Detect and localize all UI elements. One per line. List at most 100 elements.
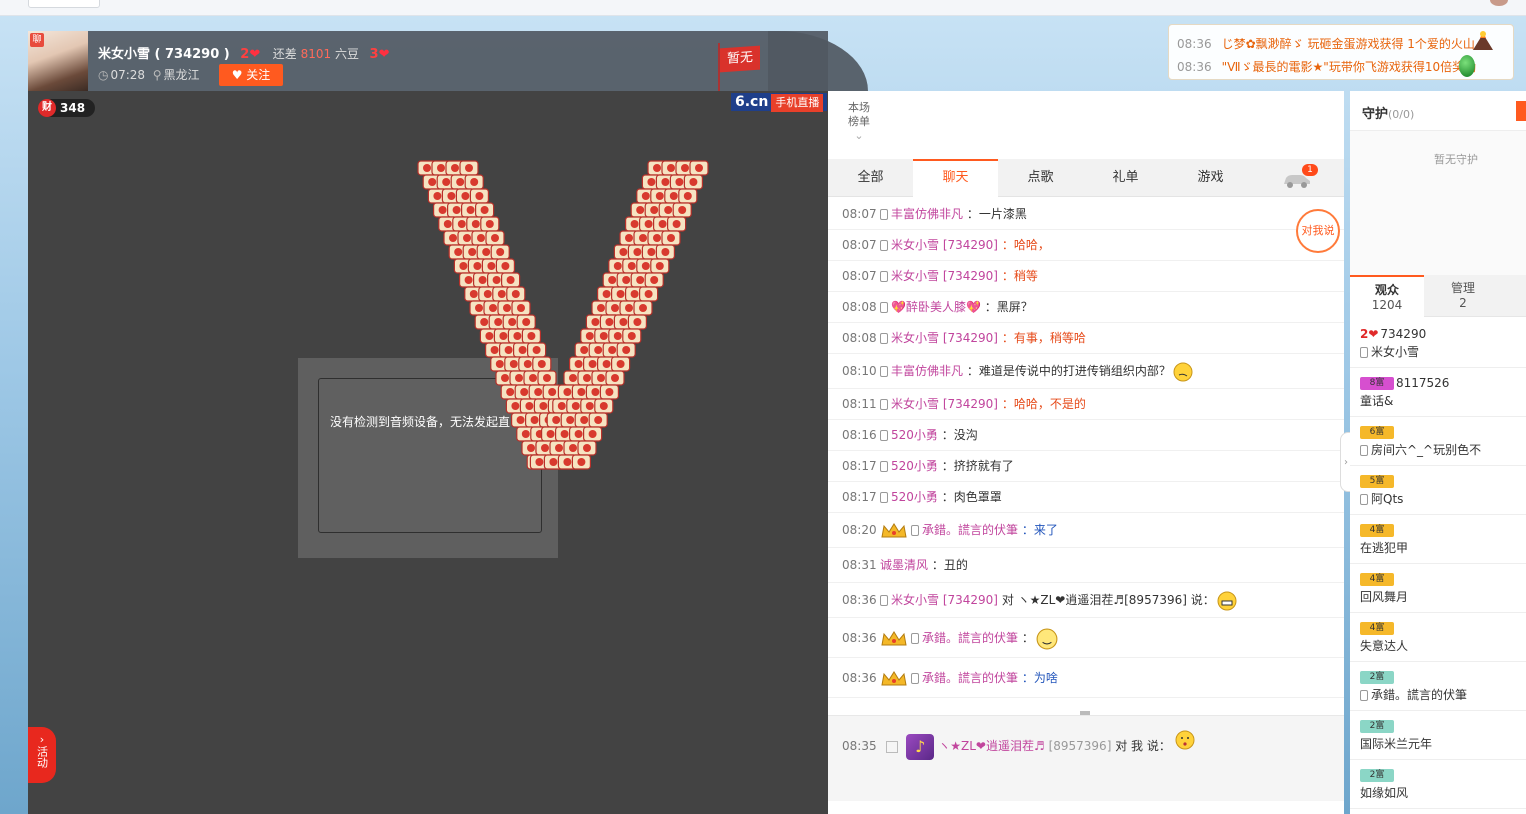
audience-item[interactable]: 2富 如缘如风 (1350, 760, 1526, 809)
message-user[interactable]: 米女小雪 [734290] (891, 269, 998, 283)
phone-icon (911, 525, 919, 536)
message-user[interactable]: 承錯。謊言的伏筆 (922, 671, 1018, 685)
message-user[interactable]: 米女小雪 [734290] (891, 397, 998, 411)
flag-label: 暂无 (720, 45, 760, 73)
phone-icon (880, 399, 888, 410)
tab-song[interactable]: 点歌 (998, 159, 1083, 197)
phone-icon (880, 366, 888, 377)
gift-v-animation (417, 160, 709, 470)
audience-item[interactable]: 4富 回风舞月 (1350, 564, 1526, 613)
brand-logo[interactable]: 6.cn 手机直播 (731, 93, 828, 112)
wealth-icon: 财 (38, 99, 56, 117)
audience-item[interactable]: 8富 8117526 童话& (1350, 368, 1526, 417)
grin-emoji-icon (1217, 591, 1237, 610)
tab-all[interactable]: 全部 (828, 159, 913, 197)
image-icon (886, 740, 899, 753)
private-user[interactable]: ヽ★ZL❤逍遥泪茬♬ (938, 739, 1044, 753)
heart-icon: ❤ (249, 47, 261, 62)
gift-tile (605, 370, 625, 386)
gift-tile (616, 342, 636, 358)
audience-nick: 失意达人 (1360, 639, 1409, 653)
audience-item[interactable]: 6富 房间六^_^玩别色不 (1350, 417, 1526, 466)
host-location: 黑龙江 (163, 68, 200, 82)
gift-tile (650, 258, 670, 274)
message-time: 08:16 (842, 428, 877, 442)
message-user[interactable]: 米女小雪 [734290] (891, 331, 998, 345)
wealth-badge: 5富 (1360, 475, 1394, 488)
message-user[interactable]: 米女小雪 [734290] (891, 238, 998, 252)
message-text: ：丑的 (931, 558, 968, 572)
gift-notifications: 08:36 じ梦✿飘渺醉ゞ 玩砸金蛋游戏获得 1个爱的火山 08:36 "Ⅶゞ最長的… (1168, 24, 1514, 80)
message-user[interactable]: 丰富仿佛非凡 (891, 364, 963, 378)
gift-tile (526, 342, 547, 358)
tab-chat[interactable]: 聊天 (913, 159, 998, 197)
guard-action-button[interactable] (1516, 101, 1526, 121)
gift-tile (639, 286, 659, 302)
tab-audience[interactable]: 观众 1204 (1350, 275, 1424, 317)
audience-nick: 承錯。謊言的伏筆 (1371, 688, 1468, 702)
audience-item[interactable]: 4富 在逃犯甲 (1350, 515, 1526, 564)
audience-item[interactable]: 5富 阿Qts (1350, 466, 1526, 515)
message-user[interactable]: 520小勇 (891, 459, 938, 473)
private-message: 08:35 ♪ ヽ★ZL❤逍遥泪茬♬ [8957396] 对 我 说： (842, 730, 1195, 760)
gift-tile (644, 272, 664, 288)
audience-item[interactable]: 2富 国际米兰元年 (1350, 711, 1526, 760)
message-user[interactable]: 诚墨清风 (880, 558, 928, 572)
message-text: ：哈哈， (1001, 238, 1050, 252)
audience-list: 2❤ 734290 米女小雪 8富 8117526 童话& 6富 房间六^_^玩别色不 5富 阿Q… (1350, 319, 1526, 809)
audience-item[interactable]: 4富 失意达人 (1350, 613, 1526, 662)
wealth-badge: 8富 (1360, 377, 1394, 390)
wealth-badge: 2富 (1360, 720, 1394, 733)
chat-message: 08:31 诚墨清风 ：丑的 (828, 548, 1344, 583)
top-bar (0, 0, 1526, 16)
wealth-badge: 2富 (1360, 671, 1394, 684)
phone-icon (880, 271, 888, 282)
phone-icon (880, 595, 888, 606)
tab-admin[interactable]: 管理 2 (1426, 275, 1500, 317)
tab-games[interactable]: 游戏 (1168, 159, 1253, 197)
audience-item[interactable]: 2❤ 734290 米女小雪 (1350, 319, 1526, 368)
gift-tile (459, 160, 479, 176)
audience-nick: 回风舞月 (1360, 590, 1409, 604)
message-user[interactable]: 承錯。謊言的伏筆 (922, 631, 1018, 645)
phone-icon (880, 240, 888, 251)
guard-header: 守护(0/0) (1350, 91, 1526, 131)
audience-nick: 在逃犯甲 (1360, 541, 1409, 555)
gift-tile (655, 244, 675, 260)
gift-tile (627, 314, 647, 330)
rank-link[interactable]: 本场 榜单 ⌄ (848, 101, 870, 143)
message-user[interactable]: 丰富仿佛非凡 (891, 207, 963, 221)
heart-icon: ♥ (231, 68, 243, 82)
host-name[interactable]: 米女小雪 ( 734290 ) (98, 47, 230, 62)
audience-item[interactable]: 2富承錯。謊言的伏筆 (1350, 662, 1526, 711)
tab-gifts[interactable]: 礼单 (1083, 159, 1168, 197)
message-user[interactable]: 承錯。謊言的伏筆 (922, 523, 1018, 537)
message-time: 08:36 (842, 631, 877, 645)
message-time: 08:07 (842, 238, 877, 252)
activity-button[interactable]: › 活动 (28, 727, 56, 783)
gift-tile (571, 454, 591, 470)
talk-to-me-button[interactable]: 对我说 (1296, 209, 1340, 253)
gift-tile (537, 370, 557, 386)
message-user[interactable]: 💖醉卧美人膝💖 (891, 300, 981, 314)
top-menu-button[interactable] (28, 0, 100, 8)
gift-tile (577, 440, 597, 456)
kiss-emoji-icon (1175, 730, 1195, 750)
user-avatar[interactable] (1490, 0, 1508, 6)
gift-tile (469, 188, 490, 204)
notification-row[interactable]: 08:36 "Ⅶゞ最長的電影★"玩带你飞游戏获得10倍奖励 (1177, 58, 1476, 75)
rank-flag[interactable]: 暂无 (718, 43, 762, 91)
video-stage[interactable]: 财 348 6.cn 手机直播 没有检测到音频设备，无法发起直 › 活动 (28, 91, 828, 814)
message-text: ：稍等 (1001, 269, 1038, 283)
host-avatar[interactable]: 聊 (28, 31, 88, 91)
chat-message: 08:36 承錯。謊言的伏筆 ：为啥 (828, 658, 1344, 698)
message-user[interactable]: 520小勇 (891, 490, 938, 504)
message-user[interactable]: 520小勇 (891, 428, 938, 442)
notification-row[interactable]: 08:36 じ梦✿飘渺醉ゞ 玩砸金蛋游戏获得 1个爱的火山 (1177, 35, 1475, 52)
chat-panel: 本场 榜单 ⌄ 全部 聊天 点歌 礼单 游戏 1 08:07 丰富仿佛非凡 ：一片… (828, 91, 1344, 814)
message-user[interactable]: 米女小雪 [734290] (891, 593, 998, 607)
gift-tile (464, 174, 484, 190)
volcano-gift-icon (1473, 31, 1493, 50)
gift-tile (521, 328, 542, 344)
follow-button[interactable]: ♥ 关注 (219, 64, 283, 86)
